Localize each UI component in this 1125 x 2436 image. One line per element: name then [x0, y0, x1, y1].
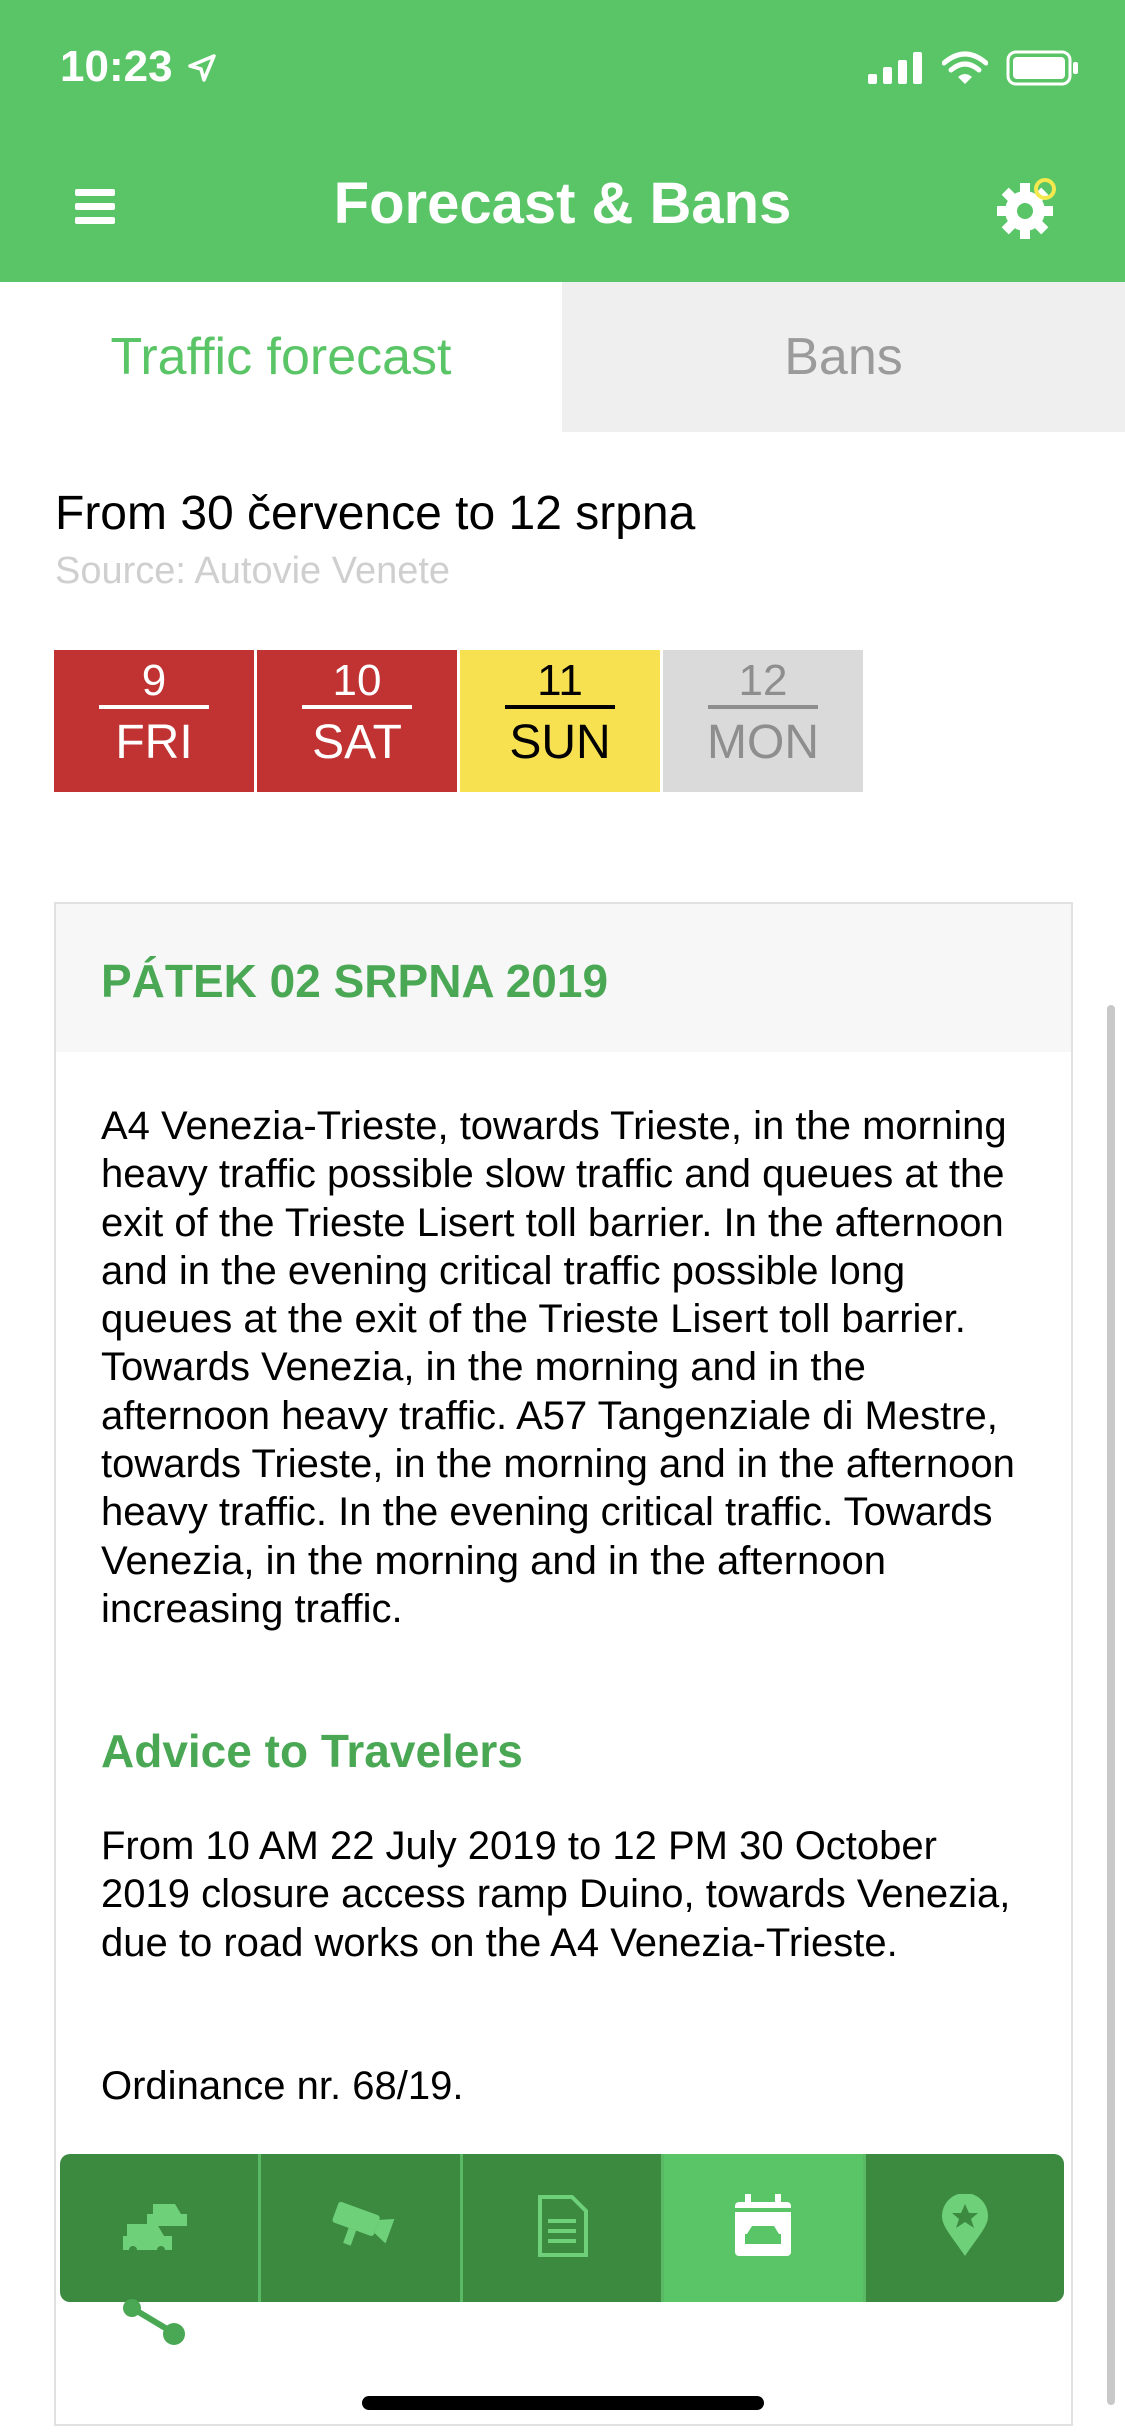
day-name: FRI: [115, 716, 193, 769]
scrollbar[interactable]: [1107, 1005, 1115, 2405]
nav-traffic[interactable]: [60, 2154, 262, 2302]
nav-forecast[interactable]: [664, 2154, 866, 2302]
day-selector: 9 FRI 10 SAT 11 SUN 12 MON: [54, 650, 863, 792]
tab-bar: Traffic forecast Bans: [0, 282, 1125, 432]
forecast-date: PÁTEK 02 SRPNA 2019: [101, 955, 609, 1007]
day-sun[interactable]: 11 SUN: [460, 650, 660, 792]
traffic-icon: [123, 2198, 195, 2259]
nav-cameras[interactable]: [261, 2154, 463, 2302]
camera-icon: [326, 2196, 396, 2261]
day-divider: [708, 705, 818, 709]
day-number: 12: [738, 656, 788, 705]
day-name: MON: [707, 716, 819, 769]
day-number: 10: [332, 656, 382, 705]
day-divider: [99, 705, 209, 709]
nav-map[interactable]: [866, 2154, 1064, 2302]
location-arrow-icon: [186, 52, 218, 89]
settings-gear-icon[interactable]: [995, 175, 1061, 246]
status-icons: [868, 50, 1080, 91]
document-icon: [536, 2194, 589, 2262]
advice-text: From 10 AM 22 July 2019 to 12 PM 30 Octo…: [101, 1824, 1011, 1965]
date-range: From 30 července to 12 srpna: [55, 487, 696, 540]
forecast-text: A4 Venezia-Trieste, towards Trieste, in …: [101, 1104, 1015, 1631]
map-pin-star-icon: [940, 2192, 990, 2263]
ordinance-text: Ordinance nr. 68/19.: [101, 2064, 464, 2108]
day-name: SUN: [509, 716, 611, 769]
app-header: 10:23 Forecast & Bans: [0, 0, 1125, 282]
nav-news[interactable]: [463, 2154, 665, 2302]
day-mon[interactable]: 12 MON: [663, 650, 863, 792]
day-divider: [302, 705, 412, 709]
day-number: 9: [141, 656, 167, 705]
page-title: Forecast & Bans: [333, 171, 792, 236]
day-number: 11: [537, 656, 583, 705]
signal-icon: [868, 52, 924, 89]
wifi-icon: [941, 51, 989, 90]
tab-bans[interactable]: Bans: [562, 282, 1125, 432]
status-time: 10:23: [60, 42, 173, 91]
home-indicator: [362, 2396, 764, 2410]
battery-icon: [1006, 50, 1080, 91]
day-sat[interactable]: 10 SAT: [257, 650, 457, 792]
calendar-car-icon: [733, 2193, 793, 2263]
bottom-nav: [60, 2154, 1064, 2302]
tab-traffic-forecast[interactable]: Traffic forecast: [0, 282, 562, 432]
day-divider: [505, 705, 615, 709]
day-name: SAT: [312, 716, 402, 769]
share-icon[interactable]: [122, 2298, 188, 2353]
source-label: Source: Autovie Venete: [55, 550, 451, 592]
forecast-card-header: PÁTEK 02 SRPNA 2019: [56, 904, 1071, 1052]
day-fri[interactable]: 9 FRI: [54, 650, 254, 792]
advice-title: Advice to Travelers: [101, 1725, 523, 1777]
